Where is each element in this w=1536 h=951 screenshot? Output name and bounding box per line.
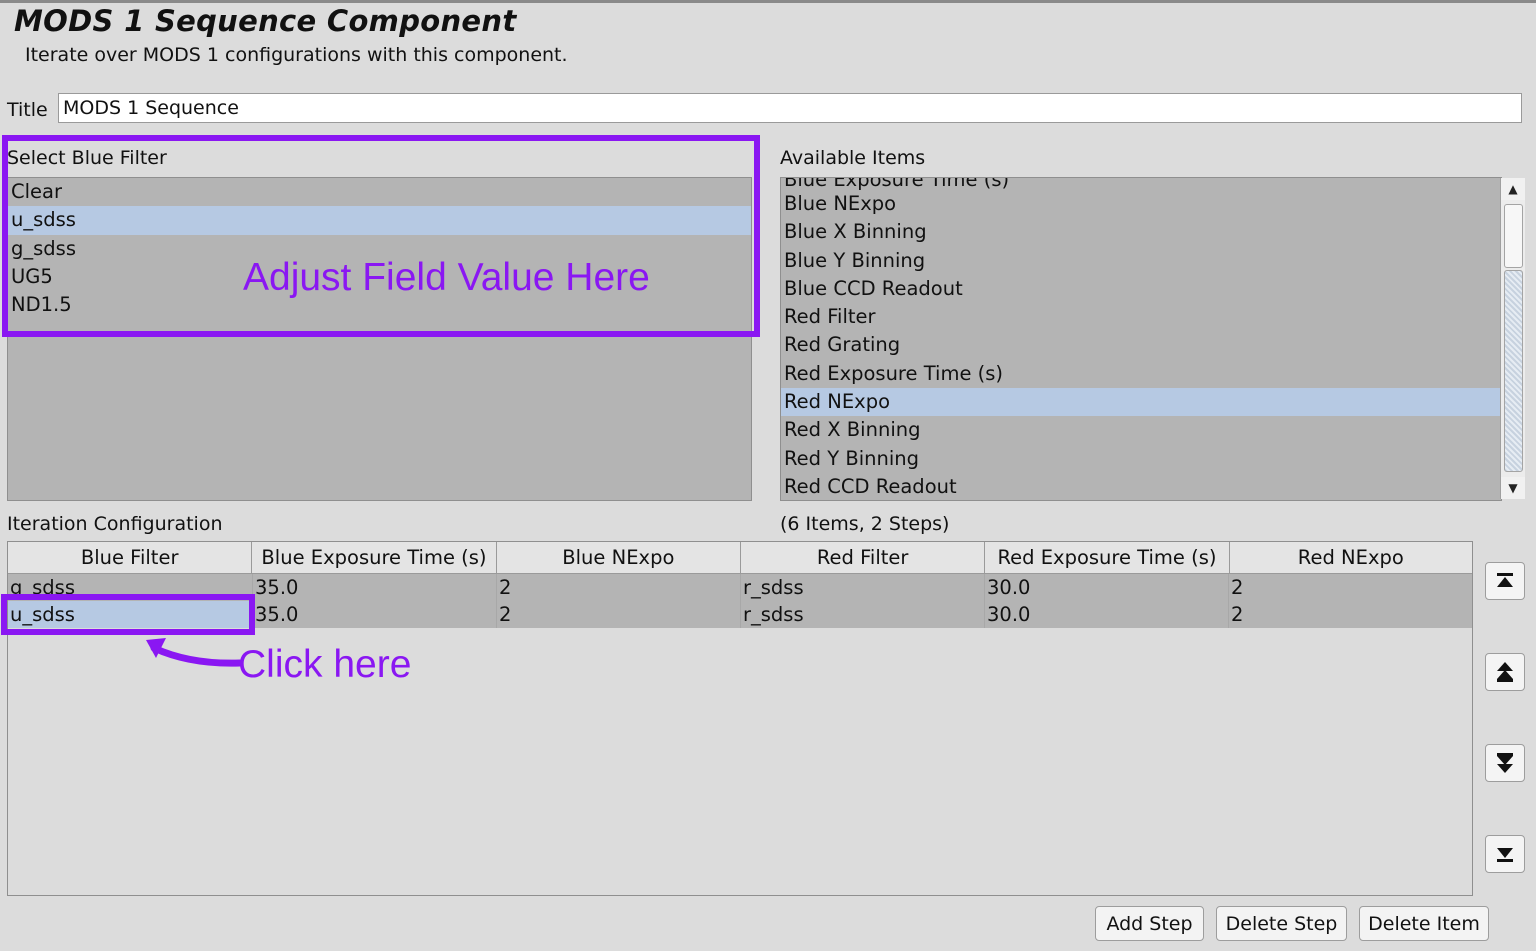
move-to-bottom-button[interactable] (1485, 835, 1525, 873)
move-to-top-icon (1497, 573, 1513, 587)
blue-filter-list[interactable]: Clear u_sdss g_sdss UG5 ND1.5 (7, 177, 752, 501)
move-to-top-button[interactable] (1485, 562, 1525, 600)
list-item[interactable]: Blue X Binning (781, 218, 1501, 246)
scrollbar-thumb[interactable] (1504, 270, 1523, 472)
table-row[interactable]: g_sdss 35.0 2 r_sdss 30.0 2 (8, 574, 1472, 601)
move-up-button[interactable] (1485, 653, 1525, 691)
adjust-field-annotation: Adjust Field Value Here (243, 256, 650, 299)
list-item[interactable]: Blue NExpo (781, 190, 1501, 218)
column-header[interactable]: Red Filter (741, 542, 986, 573)
table-cell[interactable]: 2 (1229, 574, 1472, 601)
title-input[interactable] (58, 93, 1522, 123)
list-item[interactable]: Clear (8, 178, 751, 206)
move-down-icon (1497, 753, 1513, 773)
iteration-table[interactable]: Blue Filter Blue Exposure Time (s) Blue … (7, 541, 1473, 896)
available-items-list[interactable]: Blue Exposure Time (s) Blue NExpo Blue X… (780, 177, 1502, 501)
column-header[interactable]: Blue Exposure Time (s) (252, 542, 497, 573)
table-row[interactable]: u_sdss 35.0 2 r_sdss 30.0 2 (8, 601, 1472, 628)
list-item[interactable]: Blue CCD Readout (781, 275, 1501, 303)
list-item[interactable]: Blue Y Binning (781, 247, 1501, 275)
click-here-annotation: Click here (238, 643, 412, 686)
scroll-up-arrow-icon[interactable]: ▲ (1501, 178, 1525, 200)
table-header: Blue Filter Blue Exposure Time (s) Blue … (8, 542, 1472, 574)
title-label: Title (7, 99, 48, 121)
delete-item-button[interactable]: Delete Item (1359, 906, 1489, 941)
table-cell[interactable]: 30.0 (985, 601, 1229, 628)
scrollbar-track-upper[interactable] (1504, 204, 1523, 268)
list-item[interactable]: Red Grating (781, 331, 1501, 359)
component-description: Iterate over MODS 1 configurations with … (25, 44, 568, 66)
table-cell[interactable]: 2 (497, 601, 741, 628)
list-item-selected[interactable]: u_sdss (8, 206, 751, 235)
move-to-bottom-icon (1497, 848, 1513, 862)
list-item[interactable]: Red Y Binning (781, 445, 1501, 473)
delete-step-button[interactable]: Delete Step (1216, 906, 1347, 941)
component-title: MODS 1 Sequence Component (14, 4, 517, 38)
table-cell[interactable]: 30.0 (985, 574, 1229, 601)
list-item[interactable]: Red CCD Readout (781, 473, 1501, 500)
list-item[interactable]: Red Exposure Time (s) (781, 360, 1501, 388)
column-header[interactable]: Blue Filter (8, 542, 253, 573)
table-cell[interactable]: r_sdss (741, 574, 985, 601)
column-header[interactable]: Red Exposure Time (s) (985, 542, 1230, 573)
table-cell[interactable]: 35.0 (253, 574, 497, 601)
list-item-selected[interactable]: Red NExpo (781, 388, 1501, 417)
available-items-scrollbar[interactable]: ▲ ▼ (1500, 178, 1525, 499)
table-cell[interactable]: 2 (1229, 601, 1472, 628)
list-item[interactable]: Red X Binning (781, 416, 1501, 444)
list-item-partial[interactable]: Blue Exposure Time (s) (781, 178, 1501, 190)
available-items-label: Available Items (780, 147, 926, 169)
column-header[interactable]: Blue NExpo (497, 542, 741, 573)
iteration-summary: (6 Items, 2 Steps) (780, 513, 950, 535)
move-down-button[interactable] (1485, 744, 1525, 782)
table-cell-selected[interactable]: u_sdss (8, 601, 253, 628)
iteration-config-label: Iteration Configuration (7, 513, 223, 535)
table-cell[interactable]: r_sdss (741, 601, 985, 628)
blue-filter-label: Select Blue Filter (7, 147, 167, 169)
scroll-down-arrow-icon[interactable]: ▼ (1501, 477, 1525, 499)
move-up-icon (1497, 662, 1513, 682)
table-cell[interactable]: 35.0 (253, 601, 497, 628)
arrow-icon (146, 638, 244, 667)
table-cell[interactable]: 2 (497, 574, 741, 601)
table-cell[interactable]: g_sdss (8, 574, 253, 601)
add-step-button[interactable]: Add Step (1095, 906, 1204, 941)
column-header[interactable]: Red NExpo (1230, 542, 1472, 573)
list-item[interactable]: Red Filter (781, 303, 1501, 331)
window-top-border (0, 0, 1536, 3)
